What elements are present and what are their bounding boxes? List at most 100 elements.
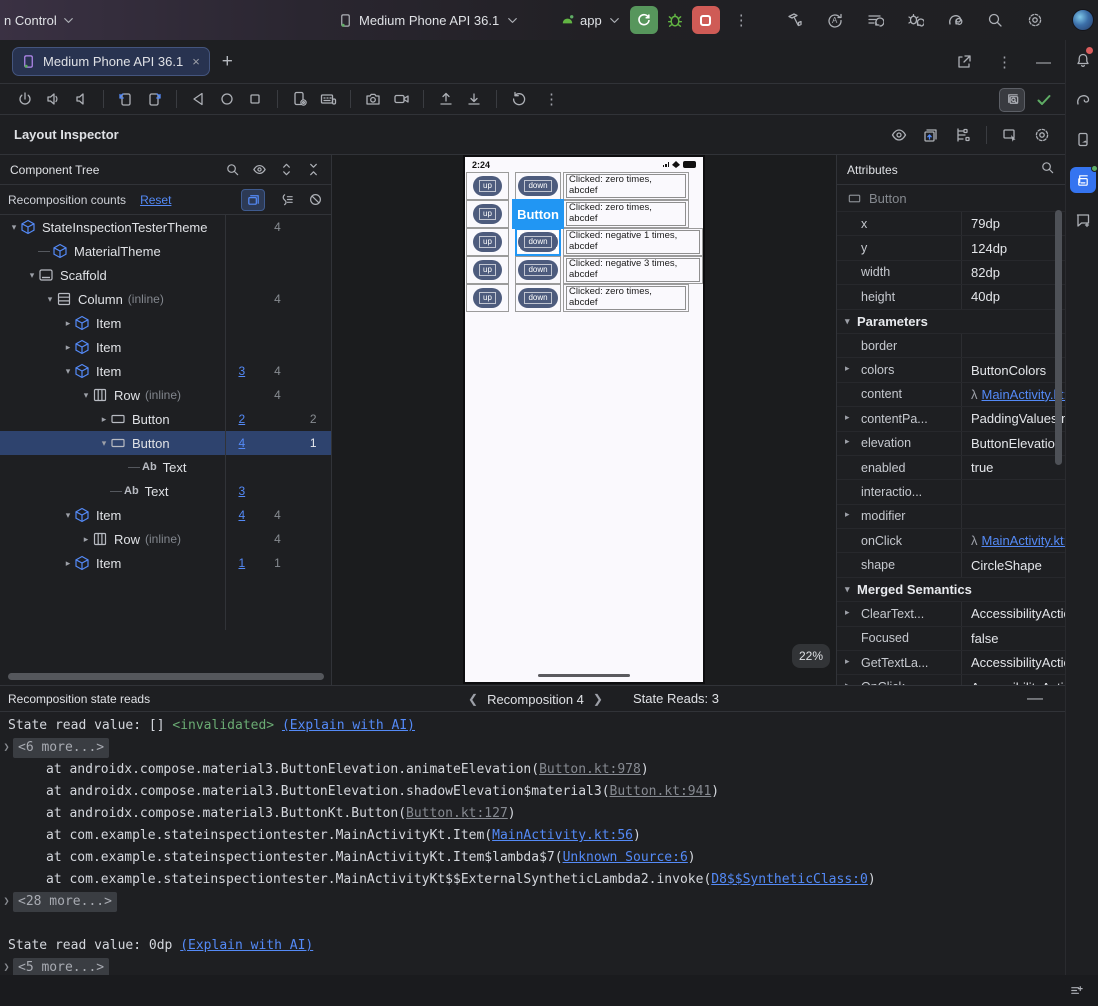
attributes-scrollbar[interactable] <box>1055 210 1062 465</box>
expand-chevron-icon[interactable]: ▸ <box>845 436 850 447</box>
expand-chevron-icon[interactable]: ▸ <box>845 656 850 667</box>
expand-chevron-icon[interactable]: ❯ <box>0 957 13 975</box>
gradle-button[interactable] <box>1066 80 1098 120</box>
tree-search-icon[interactable] <box>225 162 240 177</box>
attribute-row[interactable]: enabled true <box>837 454 1065 480</box>
settings-gear-icon[interactable] <box>1026 11 1044 29</box>
export-snapshot-icon[interactable] <box>922 126 940 144</box>
tree-view-options-eye-icon[interactable] <box>252 162 267 177</box>
attributes-search-icon[interactable] <box>1040 160 1055 175</box>
view-options-eye-icon[interactable] <box>890 126 908 144</box>
next-recomposition-icon[interactable]: ❯ <box>593 692 603 706</box>
stack-source-link[interactable]: Button.kt:941 <box>610 784 712 799</box>
recomposition-count-link[interactable]: 2 <box>224 407 260 431</box>
attribute-row[interactable]: ▸ modifier <box>837 503 1065 529</box>
stack-source-link[interactable]: D8$$SyntheticClass:0 <box>711 872 868 887</box>
explain-with-ai-link[interactable]: (Explain with AI) <box>282 718 415 733</box>
chevron-expanded-icon[interactable]: ▾ <box>98 438 110 449</box>
explain-with-ai-link[interactable]: (Explain with AI) <box>180 938 313 953</box>
stack-source-link[interactable]: Button.kt:978 <box>539 762 641 777</box>
reset-counts-link[interactable]: Reset <box>140 193 171 207</box>
source-location-link[interactable]: MainActivity.kt:57 <box>982 533 1066 548</box>
running-devices-button[interactable] <box>1066 160 1098 200</box>
user-avatar[interactable] <box>1072 9 1094 31</box>
attribute-row[interactable]: content λ MainActivity.kt:59 <box>837 381 1066 407</box>
add-tab-icon[interactable]: + <box>222 51 233 73</box>
tree-row[interactable]: ▸ Item 1 1 <box>0 551 331 575</box>
tree-row[interactable]: MaterialTheme <box>0 239 331 263</box>
layout-mode-icon[interactable] <box>954 126 972 144</box>
screenshot-camera-icon[interactable] <box>364 90 382 108</box>
tree-row[interactable]: ▸ Item <box>0 311 331 335</box>
download-icon[interactable] <box>465 90 483 108</box>
collapse-console-icon[interactable]: — <box>1027 686 1043 712</box>
show-counts-icon[interactable] <box>279 192 294 207</box>
layout-inspector-toggle[interactable] <box>999 87 1025 112</box>
attribute-row[interactable]: shape CircleShape <box>837 552 1065 577</box>
attribute-row[interactable]: Focused false <box>837 625 1065 651</box>
device-settings-icon[interactable] <box>291 90 309 108</box>
down-button[interactable]: down <box>515 256 561 284</box>
prev-recomposition-icon[interactable]: ❮ <box>468 692 478 706</box>
volume-down-icon[interactable] <box>72 90 90 108</box>
stack-source-link[interactable]: Button.kt:127 <box>406 806 508 821</box>
rotate-right-icon[interactable] <box>145 90 163 108</box>
hide-panel-icon[interactable]: — <box>1036 54 1051 71</box>
recomposition-count-link[interactable]: 4 <box>224 503 260 527</box>
attribute-row[interactable]: x 79dp <box>837 211 1065 236</box>
collapsed-frames-chip[interactable]: <5 more...> <box>13 958 110 975</box>
tree-row[interactable]: ▸ Item <box>0 335 331 359</box>
screen-record-icon[interactable] <box>392 90 410 108</box>
apply-code-changes-icon[interactable] <box>866 11 884 29</box>
stack-source-link[interactable]: Unknown Source:6 <box>563 850 688 865</box>
back-icon[interactable] <box>190 90 208 108</box>
attribute-row[interactable]: y 124dp <box>837 235 1065 260</box>
expand-chevron-icon[interactable]: ▸ <box>845 412 850 423</box>
more-options-icon[interactable]: ⋮ <box>991 55 1018 70</box>
expand-chevron-icon[interactable]: ▸ <box>845 509 850 520</box>
upload-icon[interactable] <box>437 90 455 108</box>
chevron-collapsed-icon[interactable]: ▸ <box>80 534 92 545</box>
attributes-section-header[interactable]: ▾ Merged Semantics <box>837 576 1065 601</box>
up-button[interactable]: up <box>466 228 509 256</box>
up-button[interactable]: up <box>466 200 509 228</box>
recomposition-count-link[interactable]: 4 <box>224 431 260 455</box>
chevron-expanded-icon[interactable]: ▾ <box>26 270 38 281</box>
tree-row[interactable]: ▾ Item 3 4 <box>0 359 331 383</box>
keyboard-input-icon[interactable] <box>319 90 337 108</box>
source-location-link[interactable]: MainActivity.kt:59 <box>982 387 1066 402</box>
reset-icon[interactable] <box>510 90 528 108</box>
attribute-row[interactable]: width 82dp <box>837 259 1065 285</box>
build-hammer-icon[interactable] <box>786 11 804 29</box>
more-emulator-options-icon[interactable]: ⋮ <box>538 92 565 107</box>
attribute-row[interactable]: height 40dp <box>837 284 1065 309</box>
stack-source-link[interactable]: MainActivity.kt:56 <box>492 828 633 843</box>
down-button[interactable]: down <box>515 228 561 256</box>
tree-row[interactable]: Ab Text 3 <box>0 479 331 503</box>
expand-chevron-icon[interactable]: ▸ <box>845 607 850 618</box>
device-screen[interactable]: 2:24 up down Clicked: zero times, abcdef up… <box>463 155 705 684</box>
rotate-left-icon[interactable] <box>117 90 135 108</box>
highlight-recompositions-toggle[interactable] <box>241 188 265 211</box>
run-config-selector[interactable]: app <box>560 13 622 28</box>
tree-row[interactable]: ▸ Button 2 2 <box>0 407 331 431</box>
recomposition-count-link[interactable]: 3 <box>224 479 260 503</box>
chevron-expanded-icon[interactable]: ▾ <box>8 222 20 233</box>
collapsed-frames-chip[interactable]: <28 more...> <box>13 892 117 912</box>
chevron-collapsed-icon[interactable]: ▸ <box>98 414 110 425</box>
more-run-options-icon[interactable]: ⋮ <box>728 13 755 28</box>
open-in-window-icon[interactable] <box>955 53 973 71</box>
chevron-collapsed-icon[interactable]: ▸ <box>62 318 74 329</box>
attach-debugger-icon[interactable] <box>906 11 924 29</box>
apply-changes-icon[interactable]: A <box>826 11 844 29</box>
debug-button[interactable] <box>666 11 684 29</box>
chevron-expanded-icon[interactable]: ▾ <box>62 366 74 377</box>
tree-row[interactable]: ▸ Row (inline) 4 <box>0 527 331 551</box>
collapse-all-icon[interactable] <box>306 162 321 177</box>
tree-row[interactable]: ▾ Row (inline) 4 <box>0 383 331 407</box>
tree-row[interactable]: ▾ Scaffold <box>0 263 331 287</box>
expand-chevron-icon[interactable]: ▸ <box>845 363 850 374</box>
expand-all-icon[interactable] <box>279 162 294 177</box>
chevron-expanded-icon[interactable]: ▾ <box>80 390 92 401</box>
attribute-row[interactable]: interactio... <box>837 479 1065 504</box>
